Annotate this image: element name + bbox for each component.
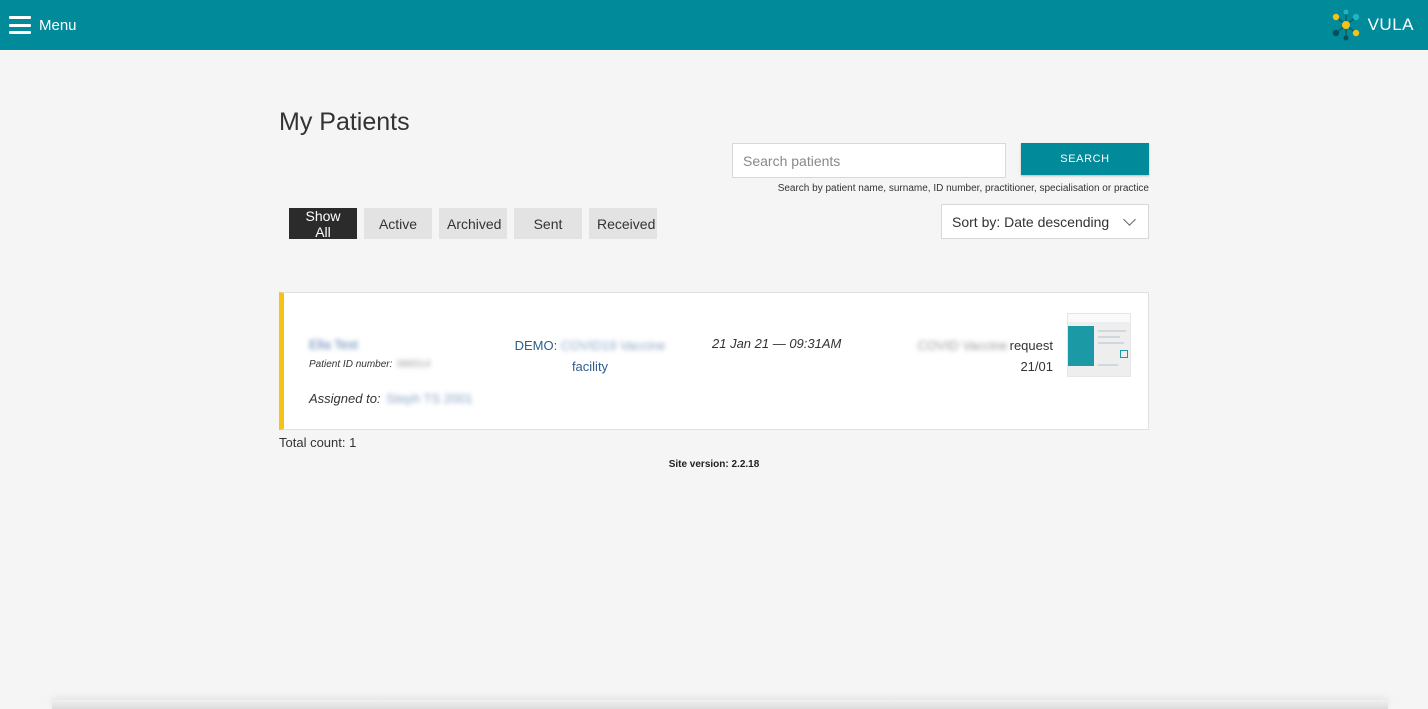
top-bar: Menu VULA bbox=[0, 0, 1428, 50]
request-date: 21/01 bbox=[1020, 359, 1053, 374]
sort-dropdown[interactable]: Sort by: Date descending bbox=[941, 204, 1149, 239]
patient-id-label: Patient ID number: bbox=[309, 359, 393, 370]
assigned-row: Assigned to: Steph TS 2001 bbox=[309, 391, 473, 406]
request-type: COVID Vaccine bbox=[917, 338, 1008, 353]
sort-label: Sort by: Date descending bbox=[952, 213, 1110, 230]
total-count: Total count: 1 bbox=[279, 435, 357, 450]
facility-name: COVID19 Vaccine bbox=[560, 338, 666, 353]
search-button[interactable]: SEARCH bbox=[1021, 143, 1149, 175]
hamburger-icon bbox=[9, 16, 31, 34]
assigned-value: Steph TS 2001 bbox=[386, 391, 473, 406]
patient-card[interactable]: Ella Test Patient ID number: 986514 Assi… bbox=[279, 292, 1149, 430]
vula-logo-icon bbox=[1332, 9, 1359, 41]
filter-tabs: Show All Active Archived Sent Received bbox=[289, 208, 664, 240]
search-input[interactable] bbox=[732, 143, 1006, 178]
facility-prefix: DEMO: bbox=[514, 338, 558, 353]
document-thumbnail[interactable] bbox=[1067, 313, 1131, 377]
facility-suffix: facility bbox=[571, 359, 609, 374]
site-version: Site version: 2.2.18 bbox=[668, 459, 760, 470]
patient-name[interactable]: Ella Test bbox=[309, 337, 358, 352]
page-title: My Patients bbox=[279, 108, 410, 136]
request-datetime: 21 Jan 21 — 09:31AM bbox=[712, 336, 842, 351]
filter-show-all[interactable]: Show All bbox=[289, 208, 357, 240]
search-hint: Search by patient name, surname, ID numb… bbox=[777, 183, 1149, 194]
patient-id-row: Patient ID number: 986514 bbox=[309, 359, 431, 370]
request-word: request bbox=[1009, 338, 1053, 353]
menu-label: Menu bbox=[39, 16, 77, 34]
filter-sent[interactable]: Sent bbox=[514, 208, 582, 239]
facility[interactable]: DEMO: COVID19 Vaccine facility bbox=[510, 335, 670, 377]
brand-name: VULA bbox=[1367, 15, 1414, 34]
filter-received[interactable]: Received bbox=[589, 208, 657, 239]
assigned-label: Assigned to: bbox=[309, 391, 381, 406]
brand[interactable]: VULA bbox=[1330, 8, 1414, 42]
chevron-down-icon bbox=[1123, 212, 1136, 226]
menu-button[interactable]: Menu bbox=[9, 14, 77, 36]
filter-archived[interactable]: Archived bbox=[439, 208, 507, 239]
patient-id-value: 986514 bbox=[397, 359, 431, 370]
request-info: COVID Vaccine request 21/01 bbox=[918, 335, 1053, 377]
bottom-edge bbox=[52, 700, 1388, 709]
filter-active[interactable]: Active bbox=[364, 208, 432, 239]
